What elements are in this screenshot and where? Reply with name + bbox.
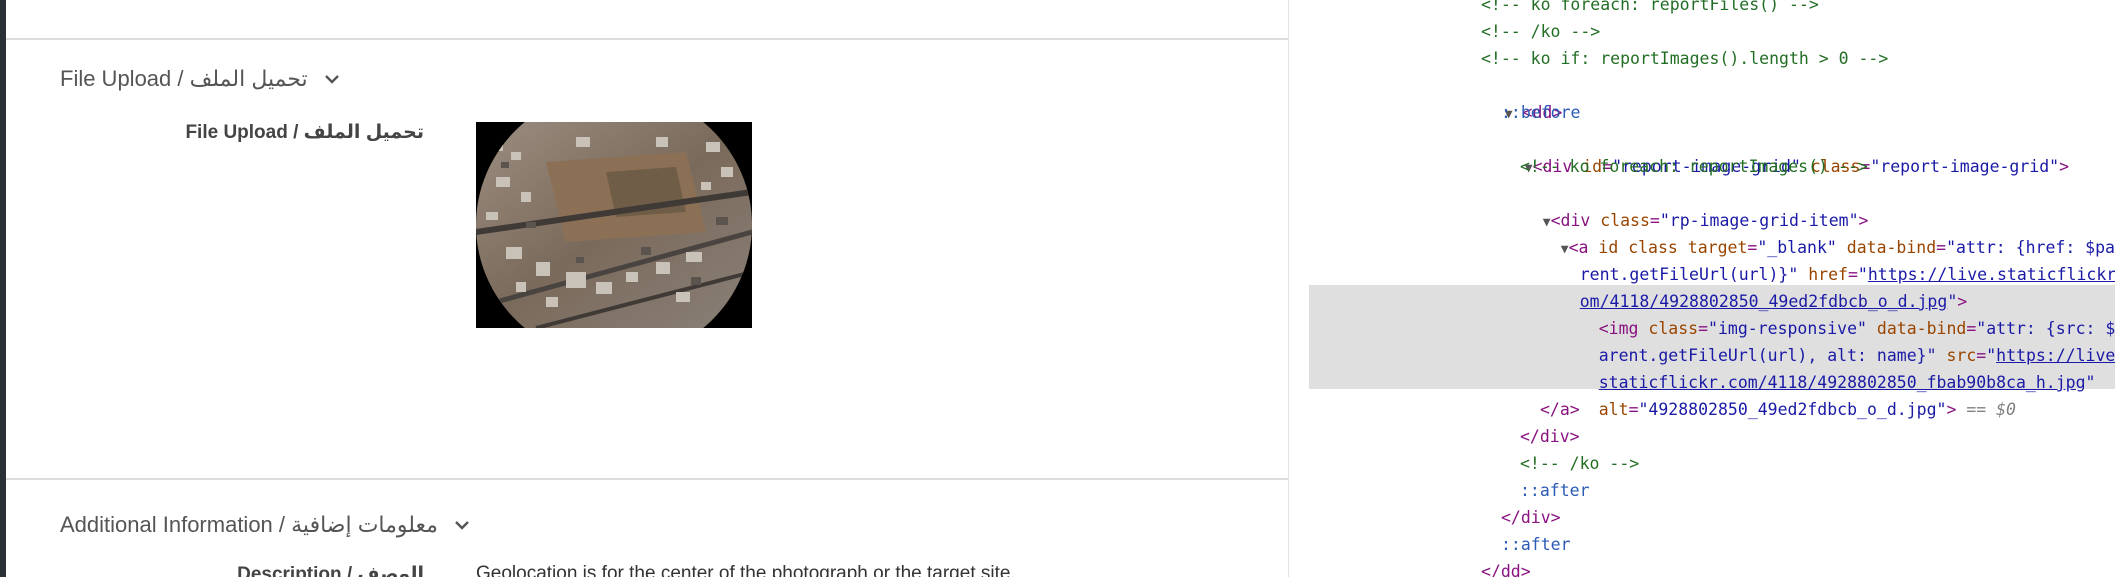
additional-info-section-header[interactable]: Additional Information / معلومات إضافية [60, 512, 474, 538]
dom-line-img-cont[interactable]: arent.getFileUrl(url), alt: name}" src="… [1559, 315, 2115, 365]
dom-line-anchor-cont[interactable]: om/4118/4928802850_49ed2fdbcb_o_d.jpg"> [1540, 261, 1967, 311]
dom-line[interactable]: <!-- ko if: reportImages().length > 0 --… [1481, 45, 1888, 72]
dom-line[interactable]: ::after [1520, 477, 1590, 504]
section-divider [6, 478, 1288, 480]
aerial-photo [476, 122, 752, 328]
devtools-elements-panel: <!-- ko foreach: reportFiles() --> <!-- … [1288, 0, 2115, 577]
dom-line-div-item[interactable]: ▼<div class="rp-image-grid-item"> [1503, 180, 1869, 230]
dom-line-img[interactable]: <img class="img-responsive" data-bind="a… [1559, 288, 2115, 338]
file-upload-section-header[interactable]: File Upload / تحميل الملف [60, 66, 344, 92]
dom-line[interactable]: </div> [1520, 423, 1580, 450]
file-upload-section-title: File Upload / تحميل الملف [60, 66, 308, 91]
dom-line[interactable]: <!-- ko foreach: reportFiles() --> [1481, 0, 1819, 18]
dom-line[interactable]: </dd> [1481, 558, 1531, 577]
file-upload-field-label: File Upload / تحميل الملف [185, 122, 424, 143]
dom-line[interactable]: </a> [1540, 396, 1580, 423]
dom-line-dd[interactable]: ▼ <dd> [1465, 72, 1563, 122]
description-label: Description / الوصف [237, 564, 424, 577]
dom-line[interactable]: <!-- /ko --> [1520, 450, 1639, 477]
dom-line[interactable]: </div> [1501, 504, 1561, 531]
chevron-down-icon [324, 75, 339, 84]
dom-line-img-cont[interactable]: alt="4928802850_49ed2fdbcb_o_d.jpg"> == … [1559, 369, 2016, 419]
additional-info-section-title: Additional Information / معلومات إضافية [60, 512, 438, 537]
dom-line[interactable]: ::after [1501, 531, 1571, 558]
dom-line-anchor[interactable]: ▼<a id class target="_blank" data-bind="… [1521, 207, 2115, 257]
chevron-down-icon [455, 521, 469, 530]
selected-node-marker: == $0 [1956, 400, 2016, 419]
dom-line-anchor-cont[interactable]: rent.getFileUrl(url)}" href="https://liv… [1540, 234, 2115, 284]
report-panel: File Upload / تحميل الملف File Upload / … [6, 0, 1288, 577]
dom-line[interactable]: ::before [1501, 99, 1580, 126]
dom-line-img-cont[interactable]: staticflickr.com/4118/4928802850_fbab90b… [1559, 342, 2096, 392]
description-value: Geolocation is for the center of the pho… [476, 563, 1016, 577]
report-image-thumbnail[interactable] [476, 122, 752, 328]
dom-line[interactable]: <!-- /ko --> [1481, 18, 1600, 45]
dom-line-div-grid[interactable]: ▼<div id="report-image-grid" class="repo… [1485, 126, 2069, 176]
dom-line[interactable]: <!-- ko foreach: reportImages() --> [1520, 153, 1868, 180]
section-divider [6, 38, 1288, 40]
